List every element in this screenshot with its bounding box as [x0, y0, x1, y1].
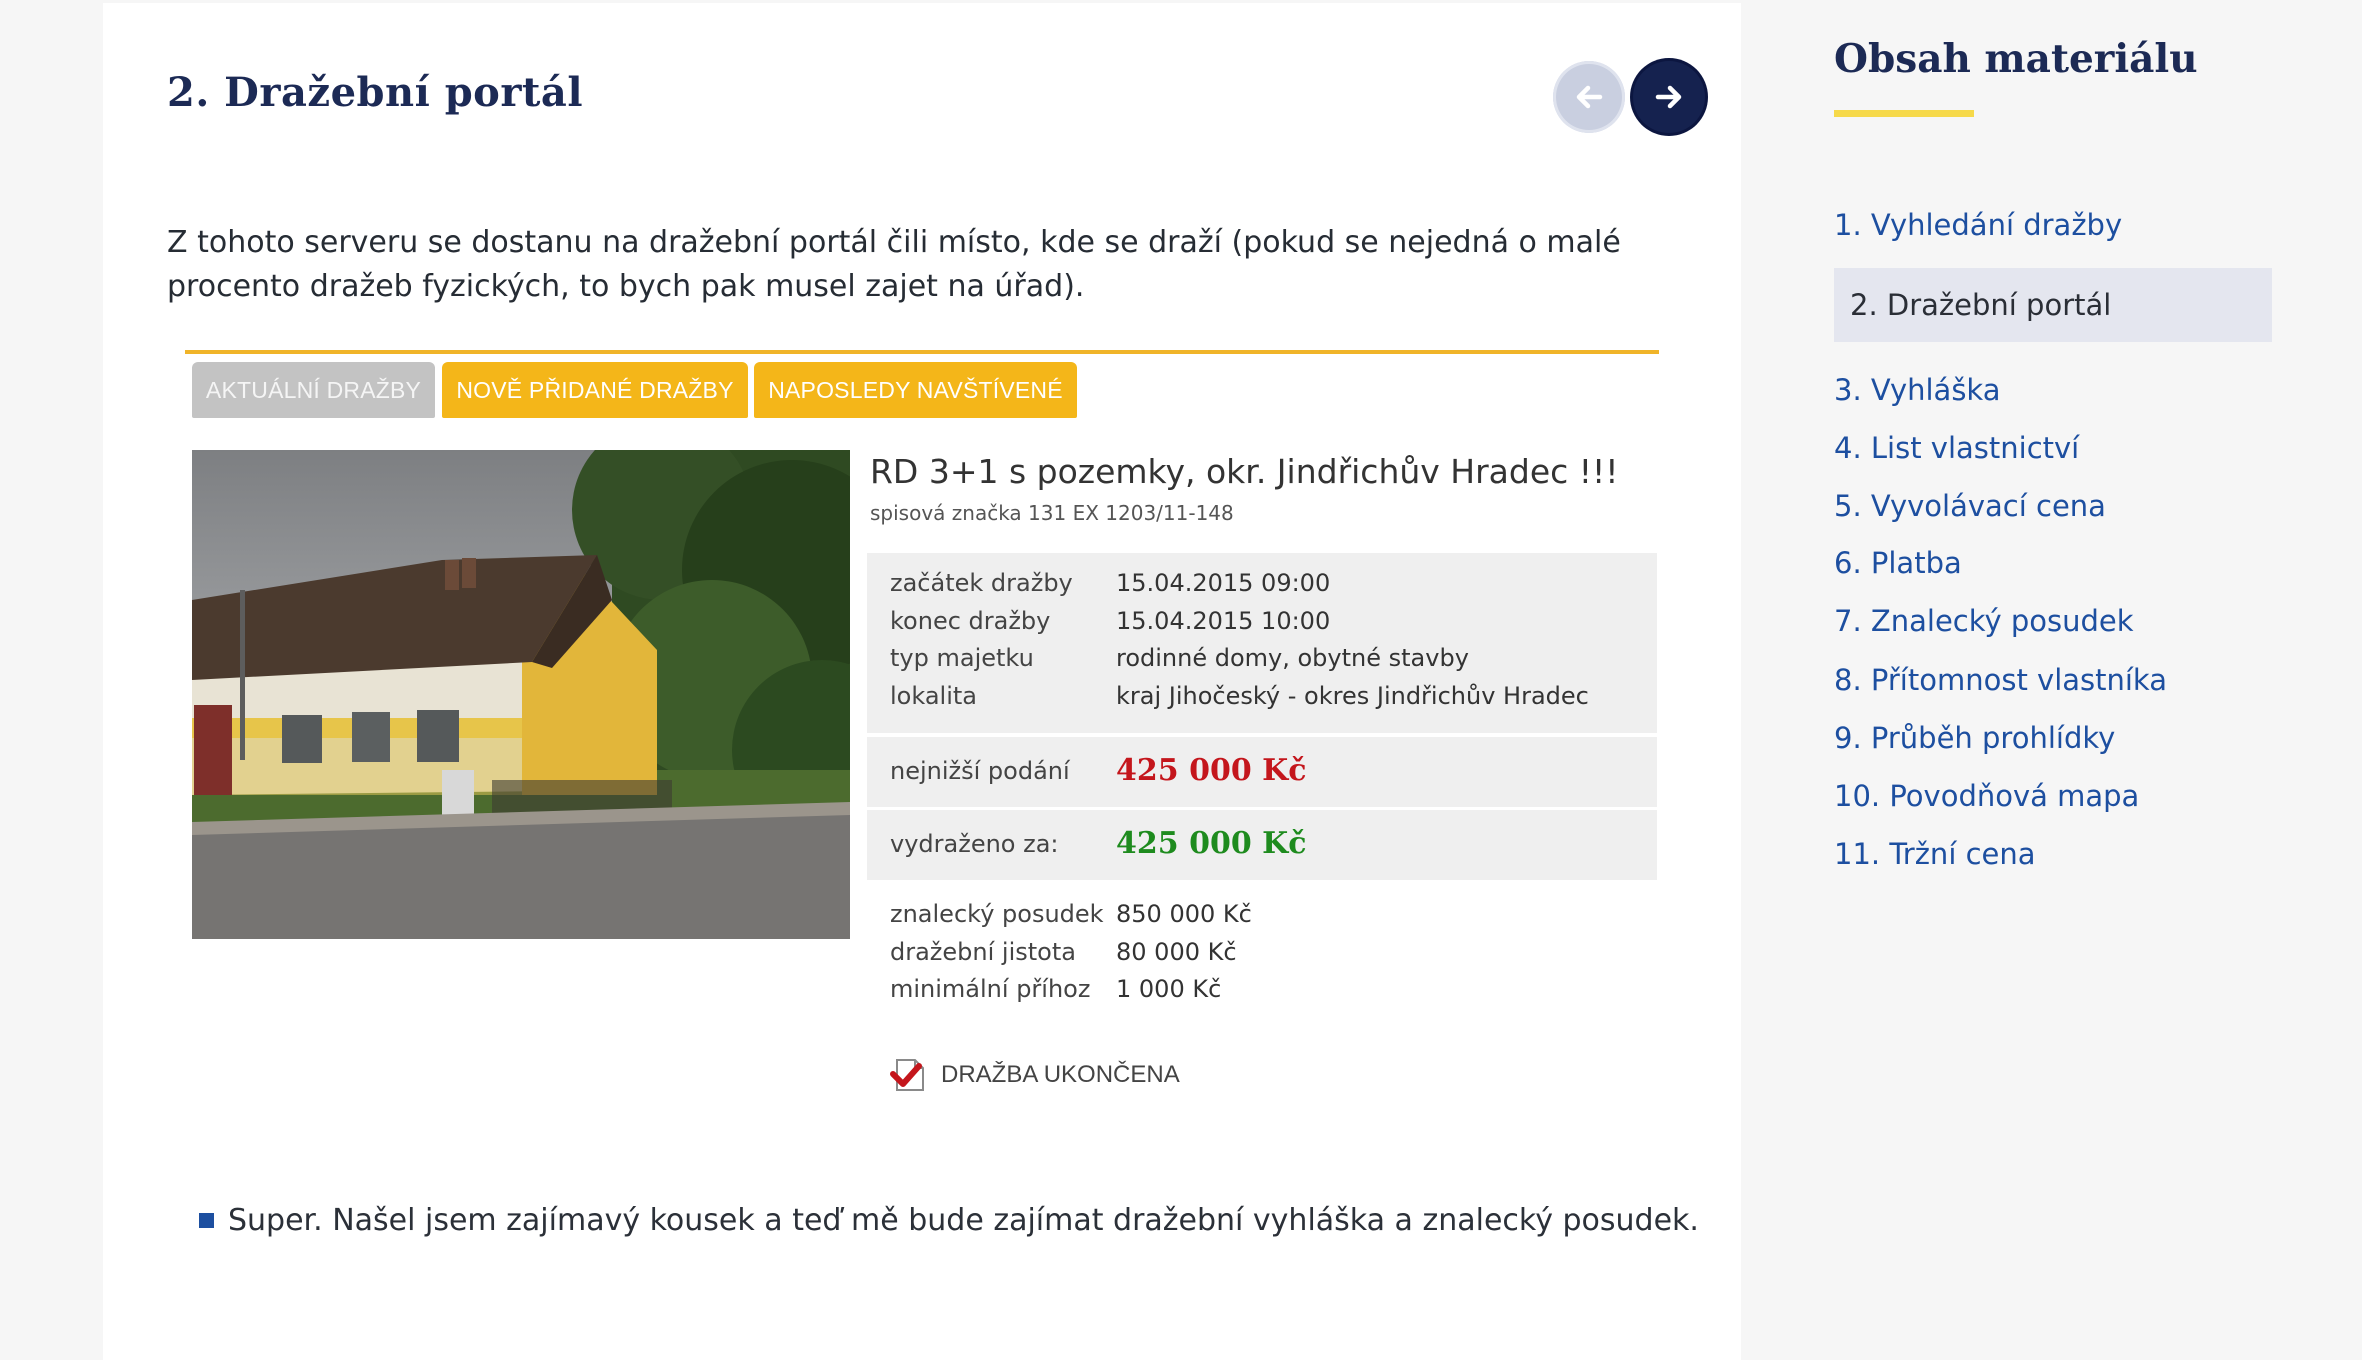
detail-label: typ majetku [890, 644, 1034, 672]
main-content: 2. Dražební portál Z tohoto serveru se d… [103, 3, 1741, 1360]
tab-top-rule [185, 350, 1659, 354]
toc-item-2[interactable]: 2. Dražební portál [1834, 268, 2272, 342]
detail-value: kraj Jihočeský - okres Jindřichův Hradec [1116, 682, 1589, 710]
auction-portal-screenshot: AKTUÁLNÍ DRAŽBY NOVĚ PŘIDANÉ DRAŽBY NAPO… [181, 350, 1659, 1091]
extra-value: 1 000 Kč [1116, 975, 1222, 1003]
lowest-bid-label: nejnižší podání [890, 756, 1070, 785]
square-bullet-icon [199, 1213, 214, 1228]
detail-value: 15.04.2015 09:00 [1116, 569, 1331, 597]
previous-button[interactable] [1553, 61, 1625, 133]
auction-closed-icon [890, 1059, 924, 1091]
property-photo [192, 450, 850, 939]
auction-status: DRAŽBA UKONČENA [889, 1050, 1209, 1100]
detail-label: lokalita [890, 682, 977, 710]
extra-value: 850 000 Kč [1116, 900, 1252, 928]
toc-item-4[interactable]: 4. List vlastnictví [1834, 419, 2272, 477]
sold-for-label: vydraženo za: [890, 829, 1059, 858]
tab-recently-visited[interactable]: NAPOSLEDY NAVŠTÍVENÉ [754, 362, 1077, 418]
detail-label: konec dražby [890, 607, 1051, 635]
tab-new-auctions[interactable]: NOVĚ PŘIDANÉ DRAŽBY [442, 362, 748, 418]
lowest-bid-row: nejnižší podání 425 000 Kč [890, 753, 1306, 788]
sidebar-title: Obsah materiálu [1834, 36, 2198, 82]
arrow-right-icon [1655, 85, 1682, 109]
tab-current-auctions[interactable]: AKTUÁLNÍ DRAŽBY [192, 362, 435, 418]
extra-row: minimální příhoz 1 000 Kč [890, 975, 1221, 1003]
lowest-bid-box: nejnižší podání 425 000 Kč [867, 737, 1657, 807]
listing-title[interactable]: RD 3+1 s pozemky, okr. Jindřichův Hradec… [870, 452, 1618, 491]
detail-label: začátek dražby [890, 569, 1073, 597]
extra-label: znalecký posudek [890, 900, 1104, 928]
page-title: 2. Dražební portál [167, 69, 584, 116]
detail-row: konec dražby 15.04.2015 10:00 [890, 607, 1330, 635]
sidebar-title-underline [1834, 110, 1974, 117]
sold-for-value: 425 000 Kč [1116, 826, 1307, 861]
detail-row: začátek dražby 15.04.2015 09:00 [890, 569, 1330, 597]
extra-label: dražební jistota [890, 938, 1076, 966]
toc-item-11[interactable]: 11. Tržní cena [1834, 825, 2272, 883]
auction-status-label: DRAŽBA UKONČENA [941, 1061, 1180, 1088]
intro-paragraph: Z tohoto serveru se dostanu na dražební … [167, 225, 1621, 304]
toc-item-8[interactable]: 8. Přítomnost vlastníka [1834, 651, 2272, 709]
note-text: Super. Našel jsem zajímavý kousek a teď … [228, 1203, 1699, 1238]
note-list-item: Super. Našel jsem zajímavý kousek a teď … [199, 1203, 1699, 1238]
arrow-left-icon [1576, 85, 1603, 109]
sold-for-box: vydraženo za: 425 000 Kč [867, 810, 1657, 880]
toc-item-5[interactable]: 5. Vyvolávací cena [1834, 477, 2272, 535]
lowest-bid-value: 425 000 Kč [1116, 753, 1307, 788]
toc-item-3[interactable]: 3. Vyhláška [1834, 361, 2272, 419]
file-number: spisová značka 131 EX 1203/11-148 [870, 501, 1234, 525]
extra-row: znalecký posudek 850 000 Kč [890, 900, 1252, 928]
toc-item-10[interactable]: 10. Povodňová mapa [1834, 767, 2272, 825]
auction-details: začátek dražby 15.04.2015 09:00 konec dr… [867, 553, 1657, 733]
extra-row: dražební jistota 80 000 Kč [890, 938, 1237, 966]
detail-row: typ majetku rodinné domy, obytné stavby [890, 644, 1469, 672]
toc-item-7[interactable]: 7. Znalecký posudek [1834, 592, 2272, 650]
extra-value: 80 000 Kč [1116, 938, 1237, 966]
next-button[interactable] [1633, 61, 1705, 133]
detail-row: lokalita kraj Jihočeský - okres Jindřich… [890, 682, 1589, 710]
toc-item-9[interactable]: 9. Průběh prohlídky [1834, 709, 2272, 767]
extra-label: minimální příhoz [890, 975, 1091, 1003]
sold-for-row: vydraženo za: 425 000 Kč [890, 826, 1306, 861]
toc-item-1[interactable]: 1. Vyhledání dražby [1834, 196, 2272, 254]
toc-item-6[interactable]: 6. Platba [1834, 534, 2272, 592]
detail-value: 15.04.2015 10:00 [1116, 607, 1331, 635]
detail-value: rodinné domy, obytné stavby [1116, 644, 1469, 672]
